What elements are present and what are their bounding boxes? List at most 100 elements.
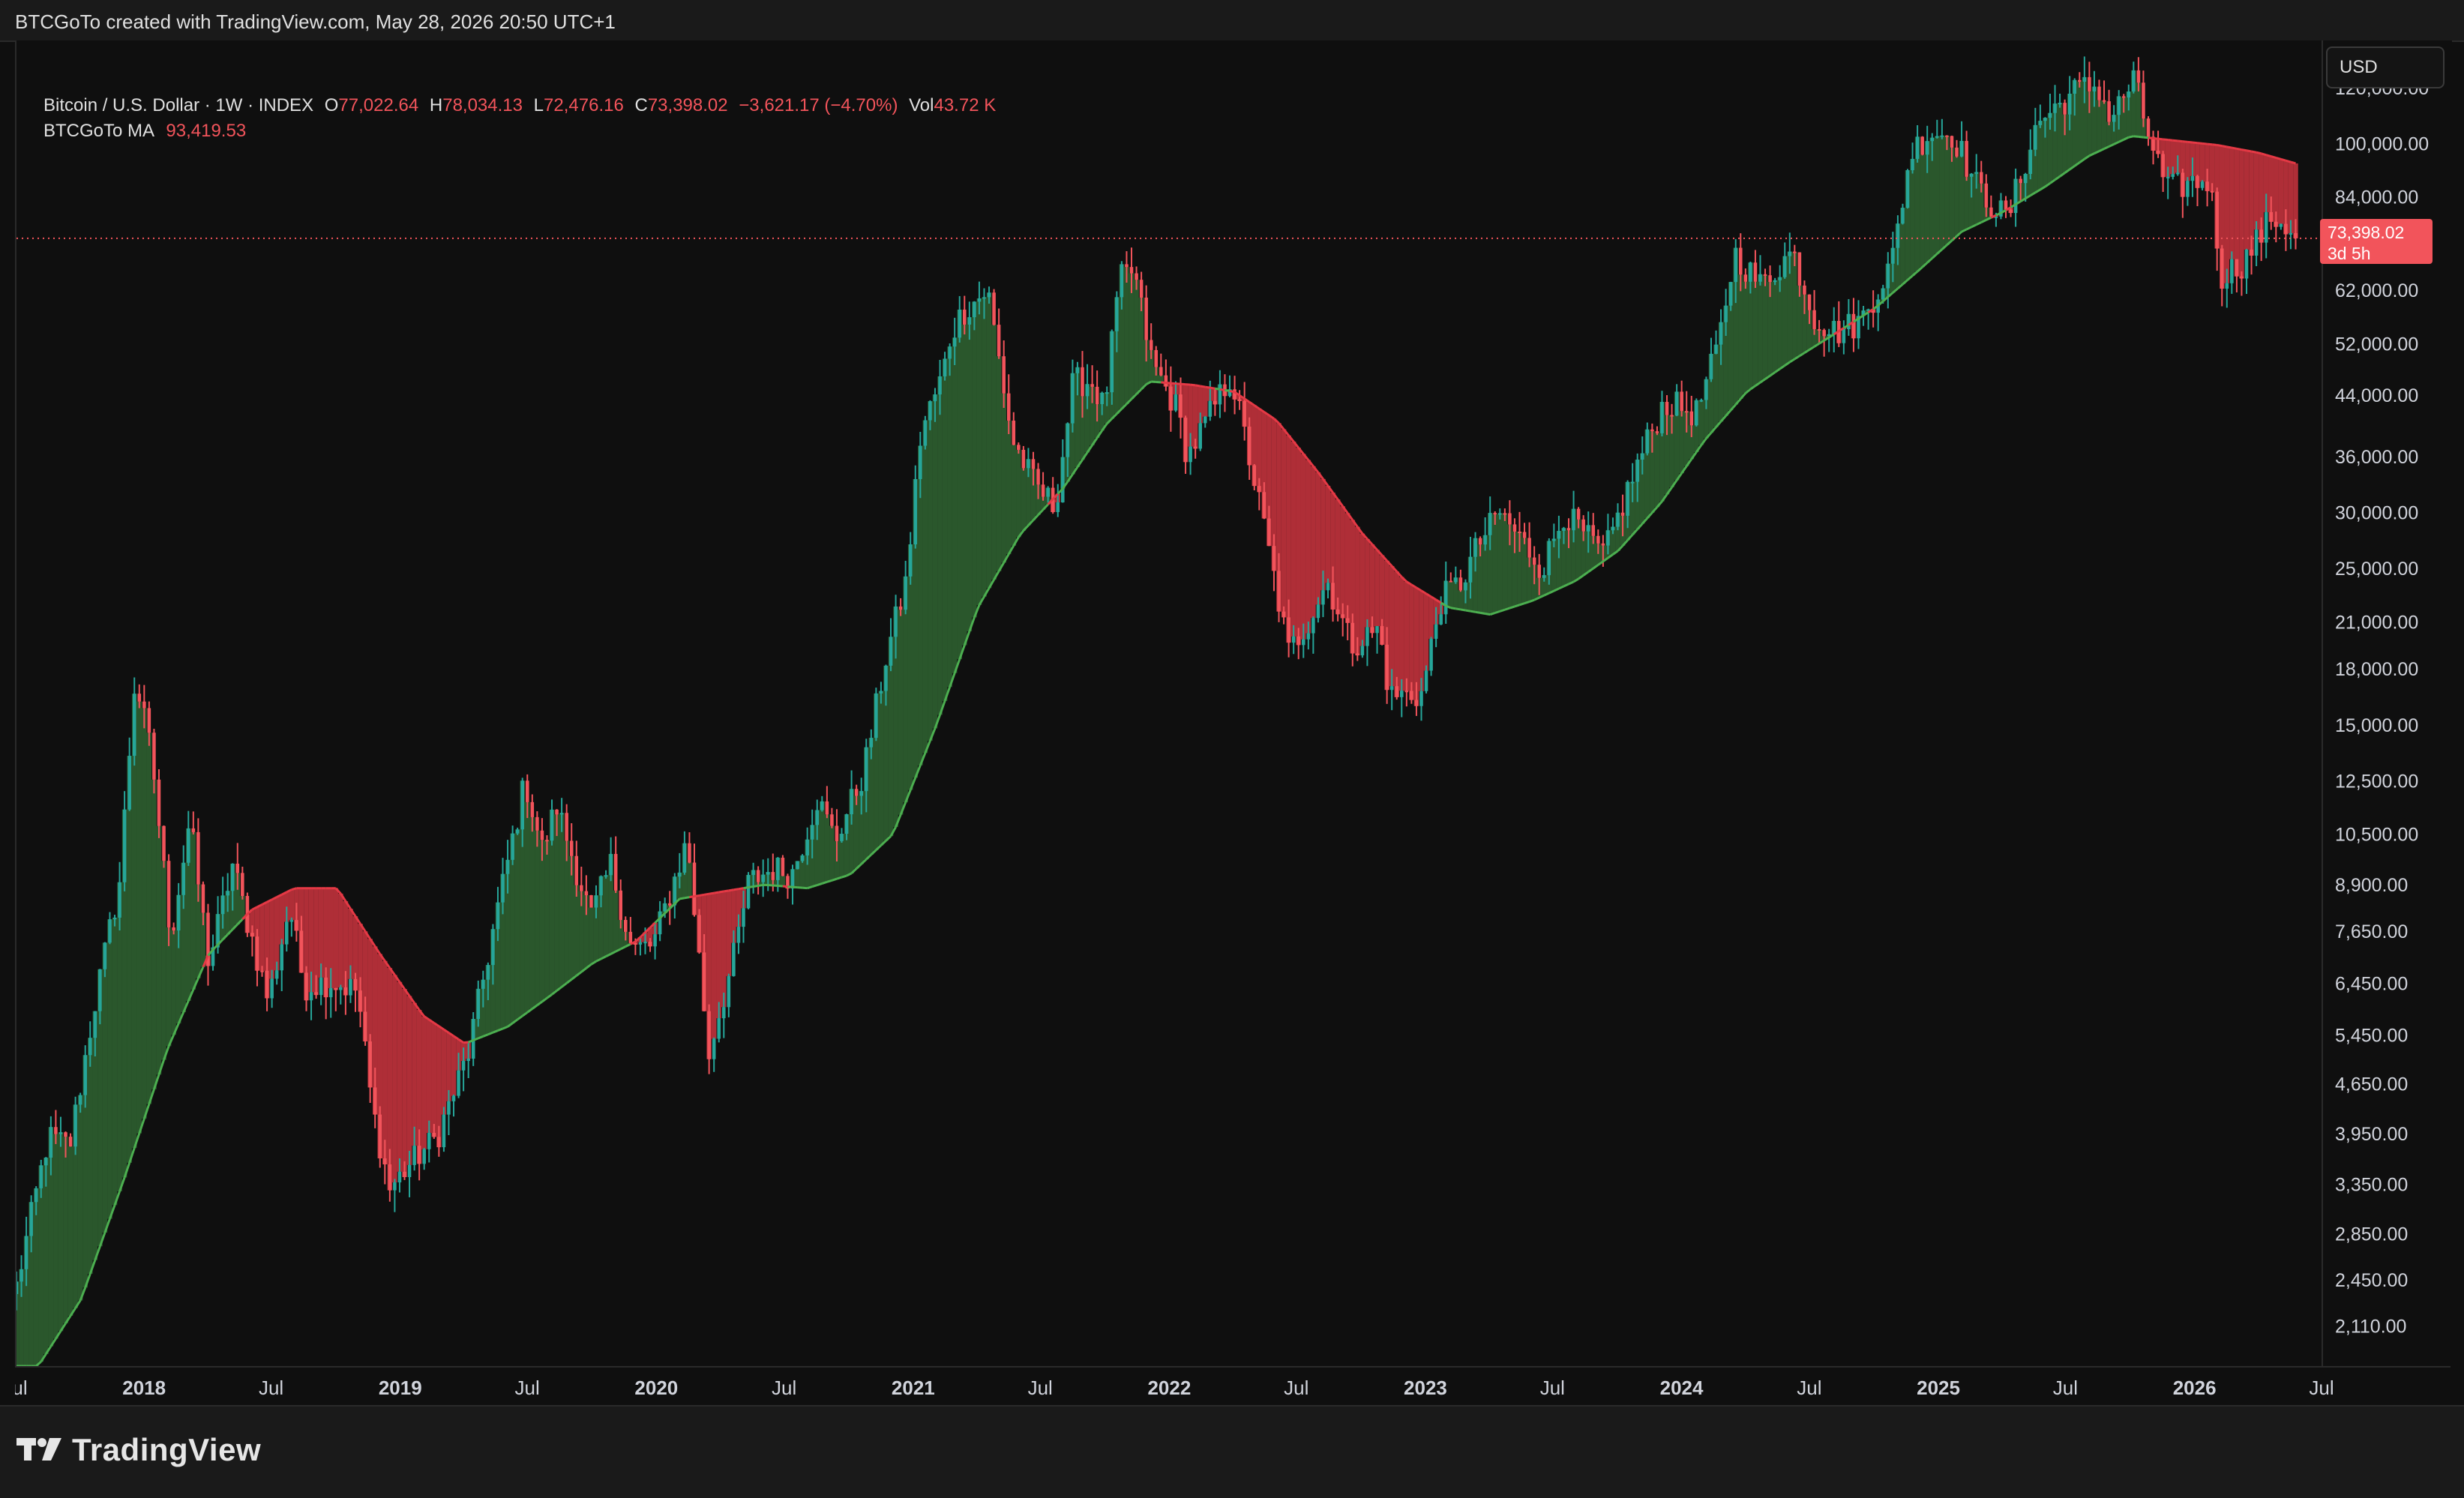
ma-line-segment [2173,140,2178,141]
candle-body [1635,460,1639,482]
ma-line-segment [783,886,788,887]
ma-fill-segment [589,908,594,965]
candle-body [589,895,593,907]
ma-fill-segment [88,1038,93,1274]
ma-fill-segment [1713,345,1719,427]
ma-line-segment [679,898,685,899]
candle-body [757,870,760,882]
candle-body [378,1115,382,1158]
ma-line-segment [733,889,739,890]
ma-fill-segment [1404,582,1410,691]
price-tick-label: 62,000.00 [2335,280,2418,301]
ma-fill-segment [136,702,142,1134]
candle-body [358,990,362,1011]
candle-body [913,479,917,544]
time-axis[interactable]: Jul2018Jul2019Jul2020Jul2021Jul2022Jul20… [15,1366,2451,1407]
ma-line-segment [1500,610,1505,611]
candle-body [855,789,859,795]
candle-body [1022,450,1026,468]
candle-body [2024,174,2028,183]
ma-fill-segment [427,1020,432,1133]
candle-body [2255,229,2259,256]
candle-body [2093,87,2097,91]
candle-body [1066,424,1070,457]
candle-body [997,325,1001,356]
candle-body [835,825,839,840]
legend-row-indicator[interactable]: BTCGoTo MA 93,419.53 [43,118,996,144]
candle-body [2122,96,2126,97]
candle-body [2230,259,2234,283]
ma-line-segment [2139,136,2144,137]
candle-body [595,895,598,907]
ma-line-segment [778,886,783,887]
candle-body [1881,289,1885,300]
candle-body [894,607,898,637]
candle-body [2166,177,2170,178]
ma-fill-segment [1124,267,1129,404]
ma-fill-segment [1316,472,1321,604]
candle-body [599,876,603,896]
candle-body [44,1158,48,1165]
candle-body [447,1101,451,1115]
ma-fill-segment [997,356,1002,571]
candle-body [236,864,240,873]
ma-fill-segment [392,975,397,1182]
candle-body [2103,100,2106,102]
candle-body [354,979,358,990]
candle-body [1508,514,1512,525]
ma-fill-segment [1340,506,1345,618]
candle-body [152,733,156,780]
candle-body [383,1158,387,1164]
candle-body [1120,264,1124,297]
ma-fill-segment [259,904,265,970]
candle-body [412,1146,416,1165]
candle-body [403,1172,406,1177]
candle-body [241,873,244,896]
ma-fill-segment [2102,101,2107,148]
candle-body [772,872,775,880]
candle-body [1346,619,1350,623]
ma-line-segment [787,887,793,888]
ma-fill-segment [274,897,280,971]
candle-body [1135,274,1138,280]
candle-body [192,828,196,832]
ma-line-segment [2241,150,2247,151]
candle-body [1974,172,1978,174]
candle-body [1557,531,1561,538]
currency-button[interactable]: USD [2326,46,2445,88]
candle-body [1591,525,1595,535]
candle-body [688,843,691,863]
ma-line-segment [2197,143,2202,144]
chart-pane[interactable]: Bitcoin / U.S. Dollar · 1W · INDEX O77,0… [15,40,2323,1366]
ma-line-segment [822,882,827,883]
candle-body [1812,310,1816,329]
ma-fill-segment [1763,275,1768,379]
ma-fill-segment [53,1134,58,1339]
ma-fill-segment [2254,152,2259,229]
ma-fill-segment [1449,582,1454,607]
ma-line-segment [1520,604,1525,605]
candle-body [545,840,549,841]
candle-body [1616,513,1620,527]
currency-label: USD [2340,57,2378,78]
candle-body [840,834,844,841]
ma-fill-segment [1773,280,1778,373]
tradingview-logo[interactable]: TradingView [16,1432,261,1468]
candle-body [1945,136,1949,137]
price-tick-label: 21,000.00 [2335,612,2418,633]
candle-body [1483,535,1487,544]
candle-body [69,1137,73,1146]
ma-line-segment [1201,386,1206,387]
ma-fill-segment [957,310,962,659]
candle-body [181,863,185,895]
price-tick-label: 2,450.00 [2335,1270,2408,1291]
ma-line-segment [2266,155,2271,157]
ma-fill-segment [987,292,992,588]
candle-body [133,694,136,756]
candle-body [541,831,544,840]
price-plot[interactable] [16,40,2323,1366]
ma-fill-segment [879,691,884,846]
ma-line-segment [1476,612,1481,613]
candle-body [1783,256,1787,277]
close-label: C [634,95,647,115]
